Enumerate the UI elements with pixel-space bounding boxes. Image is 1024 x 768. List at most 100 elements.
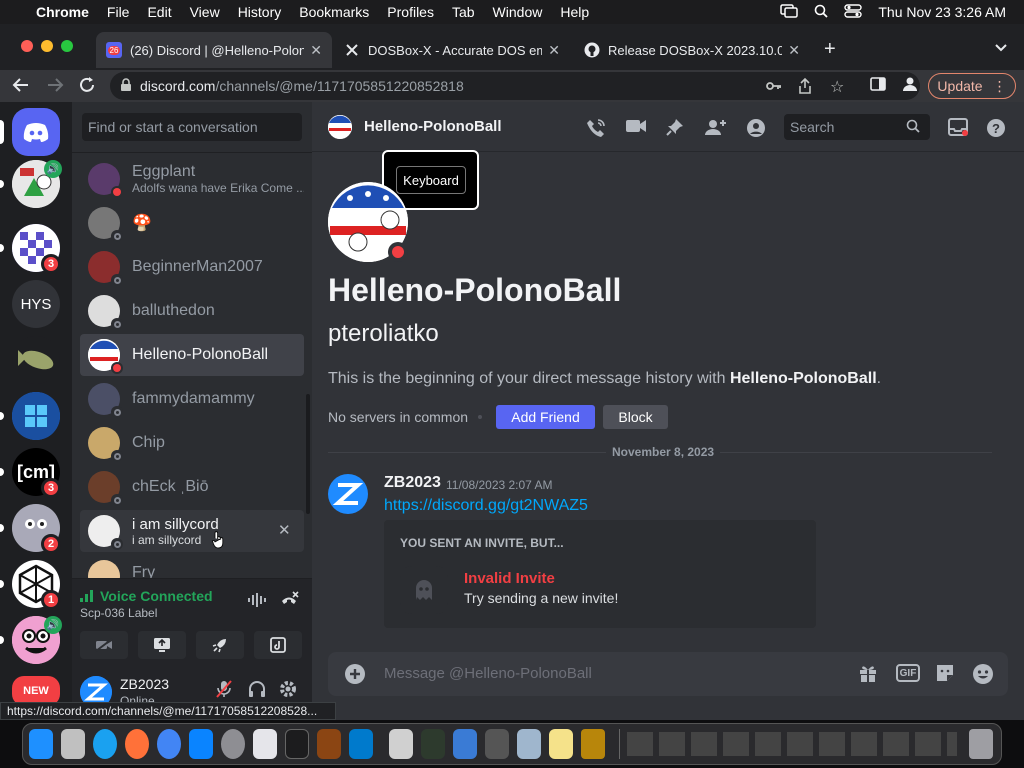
headphones-icon[interactable] — [248, 680, 266, 703]
pinned-messages-icon[interactable] — [666, 118, 684, 141]
address-bar[interactable]: discord.com/channels/@me/117170585122085… — [110, 72, 920, 100]
share-screen-button[interactable] — [138, 631, 186, 659]
dm-item-i-am-sillycord[interactable]: i am sillycord i am sillycord ✕ — [80, 510, 304, 552]
mute-mic-icon[interactable] — [216, 680, 232, 703]
find-conversation-input[interactable]: Find or start a conversation — [82, 113, 302, 141]
dm-item-chip[interactable]: Chip — [80, 422, 304, 464]
preview-icon[interactable] — [389, 729, 413, 759]
tab-search-chevron-icon[interactable] — [994, 40, 1008, 58]
dm-item-mushroom[interactable]: 🍄 — [80, 202, 304, 244]
share-icon[interactable] — [798, 77, 812, 97]
back-arrow-icon[interactable] — [12, 76, 30, 99]
launchpad-icon[interactable] — [61, 729, 85, 759]
soundboard-button[interactable] — [254, 631, 302, 659]
lock-icon[interactable] — [120, 78, 132, 95]
forward-arrow-icon[interactable] — [46, 76, 64, 99]
menu-history[interactable]: History — [238, 4, 282, 20]
activities-button[interactable] — [196, 631, 244, 659]
network-utility-icon[interactable] — [453, 729, 477, 759]
window-close-button[interactable] — [21, 40, 33, 52]
dm-item-fammydamammy[interactable]: fammydamammy — [80, 378, 304, 420]
vscode-icon[interactable] — [349, 729, 373, 759]
menu-bookmarks[interactable]: Bookmarks — [299, 4, 369, 20]
voice-status[interactable]: Voice Connected — [100, 588, 213, 604]
user-profile-icon[interactable] — [746, 118, 766, 143]
password-key-icon[interactable] — [766, 79, 782, 96]
disconnect-call-icon[interactable] — [279, 591, 299, 614]
add-friends-to-dm-icon[interactable] — [705, 118, 727, 141]
dm-item-fry[interactable]: Fry — [80, 554, 304, 578]
signal-bars-icon[interactable] — [80, 589, 94, 607]
sticker-icon[interactable] — [935, 663, 955, 688]
inbox-icon[interactable] — [948, 118, 968, 141]
chrome-icon[interactable] — [157, 729, 181, 759]
menu-help[interactable]: Help — [560, 4, 589, 20]
help-icon[interactable]: ? — [986, 118, 1006, 143]
safari-icon[interactable] — [93, 729, 117, 759]
dm-item-eggplant[interactable]: Eggplant Adolfs wana have Erika Come ... — [80, 158, 304, 200]
menu-view[interactable]: View — [190, 4, 220, 20]
menu-profiles[interactable]: Profiles — [387, 4, 434, 20]
message-composer[interactable]: Message @Helleno-PolonoBall GIF — [328, 652, 1008, 696]
tab-close-icon[interactable]: ✕ — [788, 42, 800, 59]
menu-app-name[interactable]: Chrome — [36, 4, 89, 20]
window-zoom-button[interactable] — [61, 40, 73, 52]
voice-call-icon[interactable] — [586, 118, 606, 143]
menubar-clock[interactable]: Thu Nov 23 3:26 AM — [878, 4, 1006, 20]
finder-icon[interactable] — [29, 729, 53, 759]
server-icon-fish[interactable] — [12, 336, 60, 384]
voice-channel-name[interactable]: Scp-036 Label — [80, 606, 157, 620]
menu-edit[interactable]: Edit — [147, 4, 171, 20]
control-center-icon[interactable] — [844, 3, 863, 21]
gif-picker-button[interactable]: GIF — [896, 664, 920, 682]
mutual-servers-text[interactable]: No servers in common — [328, 409, 468, 425]
dm-item-check-bio[interactable]: chEck ˌBiō — [80, 466, 304, 508]
tab-github-release[interactable]: Release DOSBox-X 2023.10.06 ✕ — [574, 32, 810, 68]
header-avatar[interactable] — [328, 115, 352, 139]
user-settings-gear-icon[interactable] — [279, 680, 297, 703]
server-icon-windows[interactable] — [12, 392, 60, 440]
message-invite-link[interactable]: https://discord.gg/gt2NWAZ5 — [384, 497, 588, 515]
dock-minimized-windows[interactable] — [627, 732, 957, 756]
dm-item-balluthedon[interactable]: balluthedon — [80, 290, 304, 332]
noise-suppression-icon[interactable] — [248, 593, 266, 612]
firefox-icon[interactable] — [125, 729, 149, 759]
menu-file[interactable]: File — [107, 4, 130, 20]
add-friend-button[interactable]: Add Friend — [496, 405, 595, 429]
app-store-icon[interactable] — [189, 729, 213, 759]
message-author-avatar[interactable] — [328, 474, 368, 514]
video-call-icon[interactable] — [625, 118, 647, 139]
activity-monitor-icon[interactable] — [421, 729, 445, 759]
dm-item-beginnerman2007[interactable]: BeginnerMan2007 — [80, 246, 304, 288]
reload-icon[interactable] — [78, 76, 96, 99]
update-button[interactable]: Update ⋮ — [928, 73, 1016, 99]
block-button[interactable]: Block — [603, 405, 668, 429]
profile-icon[interactable] — [902, 76, 918, 97]
new-tab-plus-icon[interactable]: + — [824, 38, 836, 61]
screen-mirror-icon[interactable] — [780, 3, 799, 21]
message-input-placeholder[interactable]: Message @Helleno-PolonoBall — [384, 665, 592, 682]
header-user-name[interactable]: Helleno-PolonoBall — [364, 118, 502, 135]
server-icon-hys[interactable]: HYS — [12, 280, 60, 328]
video-off-button[interactable] — [80, 631, 128, 659]
tab-close-icon[interactable]: ✕ — [310, 42, 322, 59]
dosbox-icon[interactable] — [581, 729, 605, 759]
screenshot-app-icon[interactable] — [517, 729, 541, 759]
tab-dosbox[interactable]: DOSBox-X - Accurate DOS emulation ✕ — [334, 32, 570, 68]
dm-item-helleno-polonoball[interactable]: Helleno-PolonoBall — [80, 334, 304, 376]
bookmark-star-icon[interactable]: ☆ — [830, 77, 844, 97]
tab-close-icon[interactable]: ✕ — [548, 42, 560, 59]
gift-icon[interactable] — [858, 663, 878, 688]
close-dm-icon[interactable]: ✕ — [278, 521, 291, 539]
profile-avatar-large[interactable] — [328, 182, 408, 262]
trash-icon[interactable] — [969, 729, 993, 759]
dm-list-scrollbar[interactable] — [306, 394, 310, 514]
textedit-icon[interactable] — [253, 729, 277, 759]
notes-icon[interactable] — [549, 729, 573, 759]
window-minimize-button[interactable] — [41, 40, 53, 52]
garageband-icon[interactable] — [317, 729, 341, 759]
system-settings-icon[interactable] — [221, 729, 245, 759]
side-panel-icon[interactable] — [870, 76, 886, 97]
spotlight-search-icon[interactable] — [814, 4, 828, 21]
terminal-icon[interactable] — [285, 729, 309, 759]
